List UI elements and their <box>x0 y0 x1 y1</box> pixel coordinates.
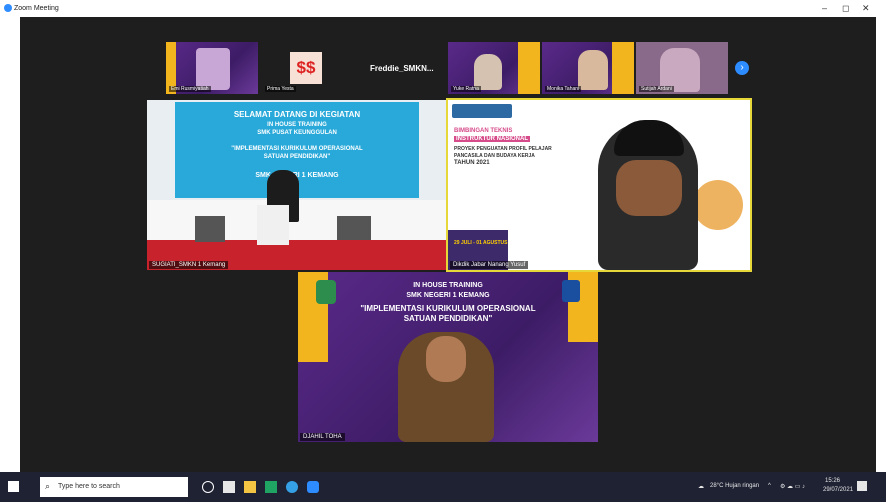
participant-video <box>474 54 502 90</box>
chevron-right-icon[interactable]: › <box>735 61 749 75</box>
participant-thumbnail-4[interactable]: Yuke Ratna <box>448 42 540 94</box>
participant-name: Emi Rusmiyatiah <box>169 86 211 92</box>
banner-line: SATUAN PENDIDIKAN" <box>263 154 331 160</box>
participant-video <box>196 48 230 90</box>
participant-thumbnail-2[interactable]: $$ Prima Yesta <box>262 42 352 94</box>
decorative-gears <box>693 180 743 230</box>
participant-thumbnail-5[interactable]: Monika Tahani <box>542 42 634 94</box>
video-tile-top-right-active-speaker[interactable]: BIMBINGAN TEKNIS INSTRUKTUR NASIONAL PRO… <box>446 98 752 272</box>
notification-icon[interactable] <box>857 481 867 491</box>
banner-line: IN HOUSE TRAINING <box>267 122 327 128</box>
slide-dates: 29 JULI - 01 AGUSTUS <box>454 240 508 246</box>
slide-text: PROYEK PENGUATAN PROFIL PELAJAR <box>454 146 552 152</box>
zoom-logo-icon <box>4 4 12 12</box>
file-explorer-icon[interactable] <box>244 481 256 493</box>
slide-heading: INSTRUKTUR NASIONAL <box>454 136 530 142</box>
chair <box>195 216 225 242</box>
weather-cloud-icon: ☁ <box>698 484 704 490</box>
participant-name: Monika Tahani <box>545 86 582 92</box>
chair <box>337 216 371 240</box>
windows-start-icon[interactable] <box>8 481 19 492</box>
banner-line: SELAMAT DATANG DI KEGIATAN <box>233 110 361 119</box>
participant-name: DJAHIL TOHA <box>300 433 345 441</box>
slide-text: TAHUN 2021 <box>454 160 490 166</box>
zoom-app-icon[interactable] <box>307 481 319 493</box>
participant-thumbnail-3[interactable]: Freddie_SMKN... <box>356 42 446 94</box>
banner-line: "IMPLEMENTASI KURIKULUM OPERASIONAL <box>231 146 363 152</box>
banner-line: "IMPLEMENTASI KURIKULUM OPERASIONAL <box>360 304 536 313</box>
participant-video <box>578 50 608 90</box>
banner-line: IN HOUSE TRAINING <box>413 282 483 289</box>
slide-accent <box>518 42 540 94</box>
clock-date[interactable]: 29/07/2021 <box>823 487 853 493</box>
windows-taskbar: ⌕ Type here to search ☁ 28°C Hujan ringa… <box>0 472 886 502</box>
speaker-face <box>616 160 682 216</box>
speaker-face <box>426 336 466 382</box>
participant-name: Sutijah Ardani <box>639 86 674 92</box>
window-title: Zoom Meeting <box>14 5 59 12</box>
participant-thumbnail-1[interactable]: Emi Rusmiyatiah <box>166 42 258 94</box>
slide-heading: BIMBINGAN TEKNIS <box>454 128 513 134</box>
held-paper <box>257 205 289 245</box>
participant-name: Freddie_SMKN... <box>370 64 434 73</box>
chevron-up-icon[interactable]: ^ <box>768 483 771 489</box>
banner-line: SMK PUSAT KEUNGGULAN <box>257 130 337 136</box>
minimize-button[interactable]: – <box>822 3 827 13</box>
cortana-icon[interactable] <box>202 481 214 493</box>
video-tile-bottom[interactable]: IN HOUSE TRAINING SMK NEGERI 1 KEMANG "I… <box>298 272 598 442</box>
speaker-cap <box>614 120 684 156</box>
banner-line: SATUAN PENDIDIKAN" <box>403 314 493 323</box>
ministry-logo <box>452 104 512 118</box>
weather-status[interactable]: 28°C Hujan ringan <box>710 483 759 489</box>
slide-text: PANCASILA DAN BUDAYA KERJA <box>454 153 535 159</box>
participant-name: Prima Yesta <box>265 86 296 92</box>
close-button[interactable]: ✕ <box>862 3 870 14</box>
taskbar-search[interactable]: ⌕ Type here to search <box>40 477 188 497</box>
search-placeholder: Type here to search <box>58 483 120 490</box>
participant-name: Yuke Ratna <box>451 86 481 92</box>
slide-accent <box>612 42 634 94</box>
title-bar: Zoom Meeting – ◻ ✕ <box>0 0 886 17</box>
clock-time[interactable]: 15:26 <box>825 478 840 484</box>
restore-button[interactable]: ◻ <box>842 3 849 14</box>
task-view-icon[interactable] <box>223 481 235 493</box>
participant-name: SUGIATI_SMKN 1 Kemang <box>149 261 229 269</box>
excel-icon[interactable] <box>265 481 277 493</box>
banner-line: SMK NEGERI 1 KEMANG <box>406 292 490 299</box>
participant-name: Dikdik Jabar Nanang Yusuf <box>450 261 529 269</box>
participant-thumbnail-6[interactable]: Sutijah Ardani <box>636 42 728 94</box>
search-icon: ⌕ <box>45 481 51 491</box>
system-tray-icons[interactable]: ⚙ ☁ ▭ ♪ <box>780 483 805 490</box>
video-tile-top-left[interactable]: SELAMAT DATANG DI KEGIATAN IN HOUSE TRAI… <box>147 100 446 270</box>
edge-icon[interactable] <box>286 481 298 493</box>
profile-logo-icon: $$ <box>290 52 322 84</box>
